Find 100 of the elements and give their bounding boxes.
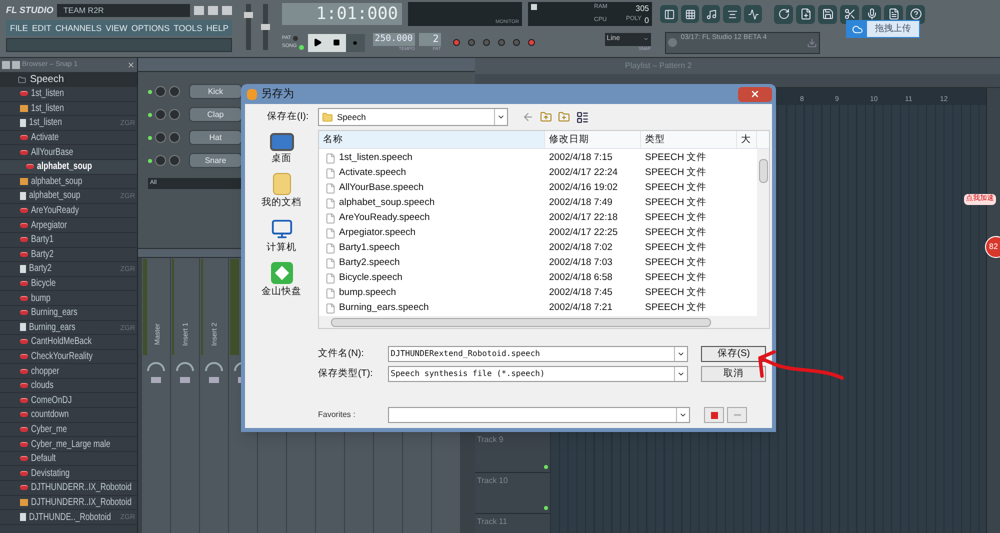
browser-item[interactable]: Cyber_me — [0, 422, 137, 438]
column-header[interactable]: 名称 — [319, 131, 545, 148]
new-folder-icon[interactable] — [558, 111, 570, 123]
toggle-led-icon[interactable] — [482, 39, 490, 46]
favorites-dropdown[interactable] — [388, 407, 690, 423]
browser-item[interactable]: 1st_listen — [0, 87, 137, 102]
upload-popup[interactable]: 拖拽上传 — [846, 20, 920, 38]
toggle-led-icon[interactable] — [498, 39, 505, 46]
channel-button[interactable]: Snare — [189, 153, 242, 168]
file-name[interactable]: bump.speech — [339, 286, 396, 301]
stop-button[interactable] — [326, 34, 346, 52]
menu-item[interactable]: VIEW — [106, 22, 128, 34]
track-led[interactable] — [544, 506, 548, 510]
browser-item[interactable]: Barty2 — [0, 248, 137, 262]
window-toolbar-button[interactable] — [660, 5, 678, 24]
browser-item[interactable]: 1st_listen — [0, 102, 137, 116]
pan-knob-icon[interactable] — [176, 362, 194, 371]
browser-item[interactable]: CheckYourReality — [0, 350, 137, 364]
browser-item[interactable]: Devistating — [0, 466, 137, 482]
browser-item[interactable]: Default — [0, 452, 137, 466]
places-item[interactable]: 计算机 — [266, 218, 296, 255]
column-header[interactable]: 修改日期 — [545, 131, 641, 148]
track-led[interactable] — [544, 465, 548, 469]
knob-icon[interactable] — [169, 155, 180, 166]
vertical-scrollbar[interactable] — [757, 149, 769, 316]
channel-button[interactable]: Clap — [189, 107, 242, 122]
places-item[interactable]: 我的文档 — [262, 173, 302, 210]
browser-item[interactable]: Activate — [0, 130, 137, 146]
browser-item[interactable]: alphabet_soup — [0, 160, 137, 175]
file-name[interactable]: Bicycle.speech — [339, 271, 402, 286]
knob-icon[interactable] — [155, 109, 166, 120]
menu-item[interactable]: TOOLS — [174, 22, 202, 34]
channel-led[interactable] — [148, 90, 152, 94]
browser-item[interactable]: Barty1 — [0, 232, 137, 248]
slider-thumb[interactable] — [244, 12, 253, 18]
mode-led[interactable] — [292, 36, 298, 41]
browser-item[interactable]: alphabet_soup — [0, 174, 137, 190]
column-header[interactable]: 大 — [737, 131, 757, 148]
file-name[interactable]: alphabet_soup.speech — [339, 196, 435, 211]
menu-item[interactable]: EDIT — [32, 22, 52, 34]
toggle-led-icon[interactable] — [452, 39, 460, 46]
add-favorite-button[interactable] — [704, 407, 724, 423]
file-name[interactable]: AllYourBase.speech — [339, 181, 424, 196]
vertical-scrollbar[interactable] — [986, 88, 1000, 533]
browser-item[interactable]: chopper — [0, 364, 137, 379]
column-header[interactable]: 类型 — [641, 131, 737, 148]
undo-button[interactable] — [774, 4, 793, 24]
window-toolbar-button[interactable] — [744, 5, 762, 24]
browser-item[interactable]: DJTHUNDERR..IX_Robotoid — [0, 496, 137, 510]
window-toolbar-button[interactable] — [702, 5, 720, 24]
browser-item[interactable]: clouds — [0, 378, 137, 394]
cancel-button[interactable]: 取消 — [701, 366, 766, 382]
close-icon[interactable] — [127, 61, 135, 69]
remove-favorite-button[interactable] — [727, 407, 747, 423]
pan-knob-icon[interactable] — [205, 362, 223, 371]
file-name[interactable]: Burning_ears.speech — [339, 301, 429, 316]
browser-item[interactable]: Arpegiator — [0, 218, 137, 233]
horizontal-scrollbar[interactable] — [319, 316, 769, 328]
close-button[interactable] — [738, 86, 772, 102]
download-icon[interactable] — [806, 38, 817, 48]
browser-item[interactable]: Burning_ears — [0, 306, 137, 320]
menu-item[interactable]: OPTIONS — [131, 22, 170, 34]
file-name[interactable]: Barty1.speech — [339, 241, 400, 256]
slider-track[interactable] — [263, 4, 268, 50]
menu-item[interactable]: FILE — [10, 22, 28, 34]
knob-icon[interactable] — [169, 132, 180, 143]
save-button[interactable]: 保存(S) — [701, 346, 766, 362]
knob-icon[interactable] — [155, 86, 166, 97]
slider-thumb[interactable] — [261, 24, 270, 30]
browser-item[interactable]: AreYouReady — [0, 204, 137, 218]
window-toolbar-button[interactable] — [681, 5, 699, 24]
toggle-led-icon[interactable] — [528, 39, 535, 46]
file-name[interactable]: Activate.speech — [339, 166, 406, 181]
window-toolbar-button[interactable] — [723, 5, 741, 24]
channel-led[interactable] — [148, 112, 152, 116]
file-name[interactable]: Arpegiator.speech — [339, 226, 416, 241]
file-name[interactable]: AreYouReady.speech — [339, 211, 430, 226]
browser-item[interactable]: CantHoldMeBack — [0, 335, 137, 350]
places-item[interactable]: 金山快盘 — [262, 262, 302, 299]
pan-knob-icon[interactable] — [147, 362, 165, 371]
file-name[interactable]: Barty2.speech — [339, 256, 400, 271]
toggle-led-icon[interactable] — [468, 39, 475, 46]
knob-icon[interactable] — [155, 155, 166, 166]
browser-item[interactable]: Bicycle — [0, 276, 137, 292]
file-name-field[interactable]: DJTHUNDERextend_Robotoid.speech — [388, 346, 688, 362]
location-dropdown[interactable]: Speech — [318, 108, 508, 126]
menu-item[interactable]: CHANNELS — [55, 22, 102, 34]
file-type-dropdown[interactable]: Speech synthesis file (*.speech) — [388, 366, 688, 382]
browser-item[interactable]: countdown — [0, 408, 137, 423]
places-item[interactable]: 桌面 — [270, 133, 294, 166]
browser-item[interactable]: Cyber_me_Large male — [0, 437, 137, 452]
menu-item[interactable]: HELP — [206, 22, 229, 34]
knob-icon[interactable] — [169, 109, 180, 120]
save-button[interactable] — [818, 4, 837, 24]
play-button[interactable] — [308, 34, 327, 52]
file-name[interactable]: 1st_listen.speech — [339, 151, 412, 166]
channel-led[interactable] — [148, 158, 152, 162]
browser-item[interactable]: bump — [0, 291, 137, 306]
knob-icon[interactable] — [155, 132, 166, 143]
new-file-button[interactable] — [796, 4, 815, 24]
